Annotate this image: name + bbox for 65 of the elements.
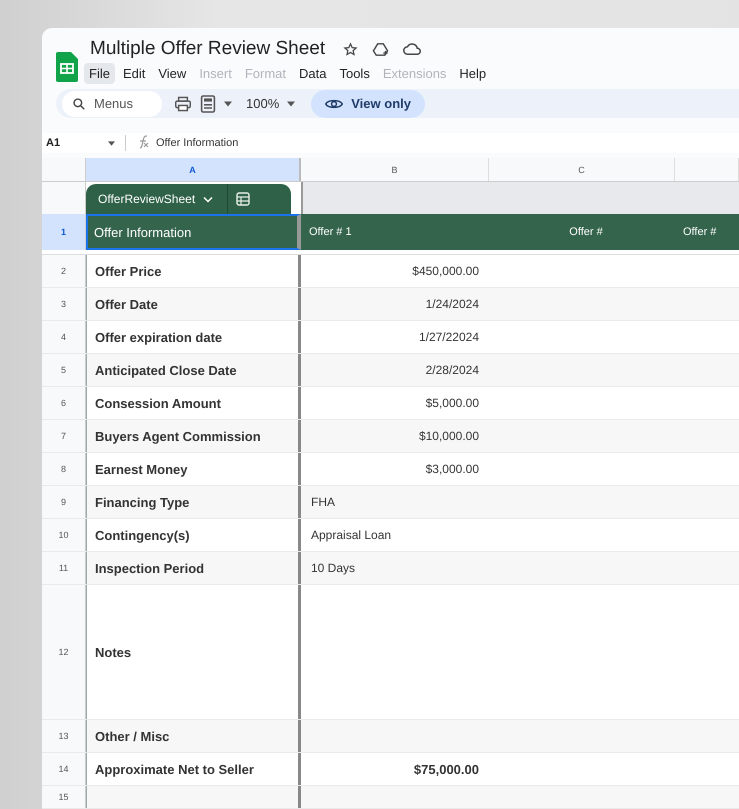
- column-heading: Offer # 1: [309, 226, 352, 238]
- caret-icon[interactable]: [108, 140, 115, 146]
- caret-icon[interactable]: [287, 100, 296, 107]
- row-label: Contingency(s): [95, 528, 190, 542]
- table-cell: $10,000.00: [418, 429, 479, 443]
- row-number[interactable]: 4: [42, 321, 86, 353]
- row-label: Offer Date: [95, 296, 158, 312]
- table-cell: $3,000.00: [426, 462, 479, 476]
- table-cell: $5,000.00: [426, 396, 479, 410]
- table-cell: Appraisal Loan: [311, 528, 392, 542]
- chevron-down-icon[interactable]: [203, 196, 214, 202]
- calculator-icon[interactable]: [200, 94, 216, 113]
- row-number[interactable]: 6: [42, 387, 86, 419]
- caret-icon[interactable]: [224, 100, 232, 107]
- zoom-select[interactable]: 100%: [246, 96, 280, 112]
- column-header[interactable]: C: [489, 158, 675, 181]
- row-label: Earnest Money: [95, 462, 188, 476]
- row-label: Approximate Net to Seller: [95, 762, 254, 776]
- row-label: Other / Misc: [95, 728, 170, 744]
- table-name-tab[interactable]: OfferReviewSheet: [86, 184, 291, 214]
- view-only-button[interactable]: View only: [311, 90, 425, 118]
- column-heading: Offer #: [683, 226, 716, 238]
- row-number[interactable]: 14: [42, 753, 86, 785]
- row-label: Inspection Period: [95, 560, 204, 576]
- menu-item[interactable]: Edit: [118, 63, 150, 84]
- table-cell: 1/27/22024: [418, 330, 479, 344]
- cloud-icon[interactable]: [403, 41, 422, 57]
- menu-item[interactable]: Help: [454, 63, 492, 84]
- sheets-logo-icon[interactable]: [56, 52, 78, 82]
- menu-item[interactable]: File: [84, 63, 115, 84]
- row-label: Anticipated Close Date: [95, 362, 237, 378]
- table-cell: 2/28/2024: [426, 363, 479, 377]
- column-heading: Offer Information: [94, 224, 192, 240]
- row-number[interactable]: 2: [42, 255, 86, 287]
- eye-icon: [325, 98, 344, 110]
- column-header[interactable]: B: [301, 158, 489, 181]
- menu-item[interactable]: View: [153, 63, 192, 84]
- row-label: Offer expiration date: [95, 330, 222, 344]
- menu-item[interactable]: Data: [294, 63, 332, 84]
- print-icon[interactable]: [174, 96, 192, 112]
- menu-search-field[interactable]: Menus: [62, 90, 162, 117]
- row-label: Consession Amount: [95, 396, 221, 410]
- formula-value[interactable]: Offer Information: [156, 137, 238, 150]
- menu-item[interactable]: Tools: [334, 63, 375, 84]
- table-cell: $450,000.00: [412, 264, 479, 278]
- row-label: Buyers Agent Commission: [95, 428, 261, 444]
- column-heading: Offer #: [569, 226, 603, 238]
- column-header[interactable]: A: [86, 158, 301, 181]
- search-icon: [72, 96, 86, 111]
- row-number[interactable]: 1: [42, 214, 86, 250]
- document-title[interactable]: Multiple Offer Review Sheet: [90, 38, 326, 60]
- row-number[interactable]: 8: [42, 453, 86, 485]
- name-box[interactable]: A1: [46, 137, 102, 150]
- row-label: Notes: [95, 644, 132, 660]
- table-name[interactable]: OfferReviewSheet: [98, 192, 196, 206]
- row-label: Financing Type: [95, 494, 190, 510]
- table-icon[interactable]: [236, 192, 250, 206]
- table-cell: 10 Days: [311, 561, 356, 575]
- table-cell: FHA: [311, 495, 335, 509]
- row-number[interactable]: 12: [42, 585, 86, 719]
- row-number[interactable]: 10: [42, 519, 86, 551]
- table-cell: 1/24/2024: [426, 297, 479, 311]
- table-cell: $75,000.00: [414, 762, 479, 776]
- star-icon[interactable]: [343, 42, 358, 56]
- row-label: Offer Price: [95, 264, 162, 278]
